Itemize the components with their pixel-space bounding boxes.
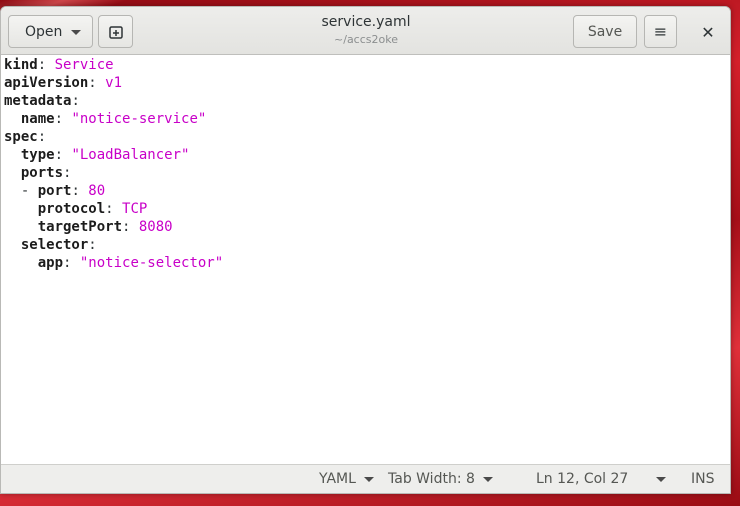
chevron-down-icon xyxy=(71,30,81,35)
yaml-value: TCP xyxy=(122,201,148,217)
open-button-label: Open xyxy=(25,23,63,40)
window-subtitle: ~/accs2oke xyxy=(334,33,398,46)
chevron-down-icon xyxy=(363,476,374,482)
yaml-key: selector xyxy=(20,237,89,253)
yaml-key: metadata xyxy=(4,93,72,109)
yaml-value: "notice-service" xyxy=(71,111,207,127)
yaml-separator: : xyxy=(37,129,47,145)
code-indent: - xyxy=(4,183,38,199)
code-line: apiVersion: v1 xyxy=(4,74,730,92)
text-editor-area[interactable]: kind: Service apiVersion: v1 metadata: nam… xyxy=(1,55,730,464)
chevron-down-icon xyxy=(482,476,493,482)
yaml-separator: : xyxy=(71,183,89,199)
open-button[interactable]: Open xyxy=(8,15,93,48)
language-selector[interactable]: YAML xyxy=(319,471,374,487)
code-line: kind: Service xyxy=(4,56,730,74)
yaml-separator: : xyxy=(54,111,72,127)
code-line: ports: xyxy=(4,164,730,182)
language-label: YAML xyxy=(319,471,356,487)
yaml-key: ports xyxy=(20,165,64,181)
yaml-separator: : xyxy=(63,255,80,271)
yaml-key: app xyxy=(37,255,64,271)
code-line: name: "notice-service" xyxy=(4,110,730,128)
code-line: protocol: TCP xyxy=(4,200,730,218)
yaml-key: name xyxy=(20,111,55,127)
window-title: service.yaml xyxy=(321,14,411,30)
cursor-position-selector[interactable]: Ln 12, Col 27 xyxy=(536,471,667,487)
yaml-value: Service xyxy=(54,57,114,73)
menu-button[interactable]: ≡ xyxy=(644,15,677,48)
hamburger-menu-icon: ≡ xyxy=(653,22,668,41)
yaml-separator: : xyxy=(54,147,72,163)
yaml-separator: : xyxy=(122,219,139,235)
code-line: targetPort: 8080 xyxy=(4,218,730,236)
close-icon: ✕ xyxy=(701,22,715,42)
yaml-separator: : xyxy=(63,165,72,181)
save-button[interactable]: Save xyxy=(573,15,637,48)
insert-mode-label: INS xyxy=(691,471,715,487)
yaml-key: spec xyxy=(4,129,38,145)
yaml-key: type xyxy=(20,147,55,163)
cursor-position-label: Ln 12, Col 27 xyxy=(536,471,629,487)
close-button[interactable]: ✕ xyxy=(693,19,723,45)
yaml-separator: : xyxy=(71,93,80,109)
header-bar: Open service.yaml ~/accs2oke Save ≡ ✕ xyxy=(1,7,730,55)
tab-width-label: Tab Width: 8 xyxy=(388,471,475,487)
code-line: type: "LoadBalancer" xyxy=(4,146,730,164)
yaml-value: "notice-selector" xyxy=(79,255,224,271)
new-tab-icon xyxy=(108,25,123,39)
yaml-separator: : xyxy=(37,57,55,73)
yaml-value: v1 xyxy=(105,75,123,91)
code-line: app: "notice-selector" xyxy=(4,254,730,272)
yaml-separator: : xyxy=(105,201,123,217)
status-bar: YAML Tab Width: 8 Ln 12, Col 27 INS xyxy=(1,464,730,493)
code-line: - port: 80 xyxy=(4,182,730,200)
yaml-value: 8080 xyxy=(138,219,173,235)
yaml-key: kind xyxy=(4,57,38,73)
tab-width-selector[interactable]: Tab Width: 8 xyxy=(388,471,493,487)
yaml-key: targetPort xyxy=(37,219,123,235)
yaml-key: port xyxy=(37,183,72,199)
editor-window: Open service.yaml ~/accs2oke Save ≡ ✕ ki… xyxy=(0,6,731,494)
yaml-value: "LoadBalancer" xyxy=(71,147,190,163)
title-block: service.yaml ~/accs2oke xyxy=(201,14,531,46)
yaml-separator: : xyxy=(88,75,106,91)
insert-mode-indicator[interactable]: INS xyxy=(691,471,715,487)
chevron-down-icon xyxy=(656,476,667,482)
code-line: selector: xyxy=(4,236,730,254)
yaml-key: apiVersion xyxy=(4,75,89,91)
yaml-key: protocol xyxy=(37,201,106,217)
save-button-label: Save xyxy=(587,23,623,40)
code-line: metadata: xyxy=(4,92,730,110)
code-line: spec: xyxy=(4,128,730,146)
yaml-value: 80 xyxy=(88,183,106,199)
new-document-button[interactable] xyxy=(98,15,133,48)
yaml-separator: : xyxy=(88,237,97,253)
